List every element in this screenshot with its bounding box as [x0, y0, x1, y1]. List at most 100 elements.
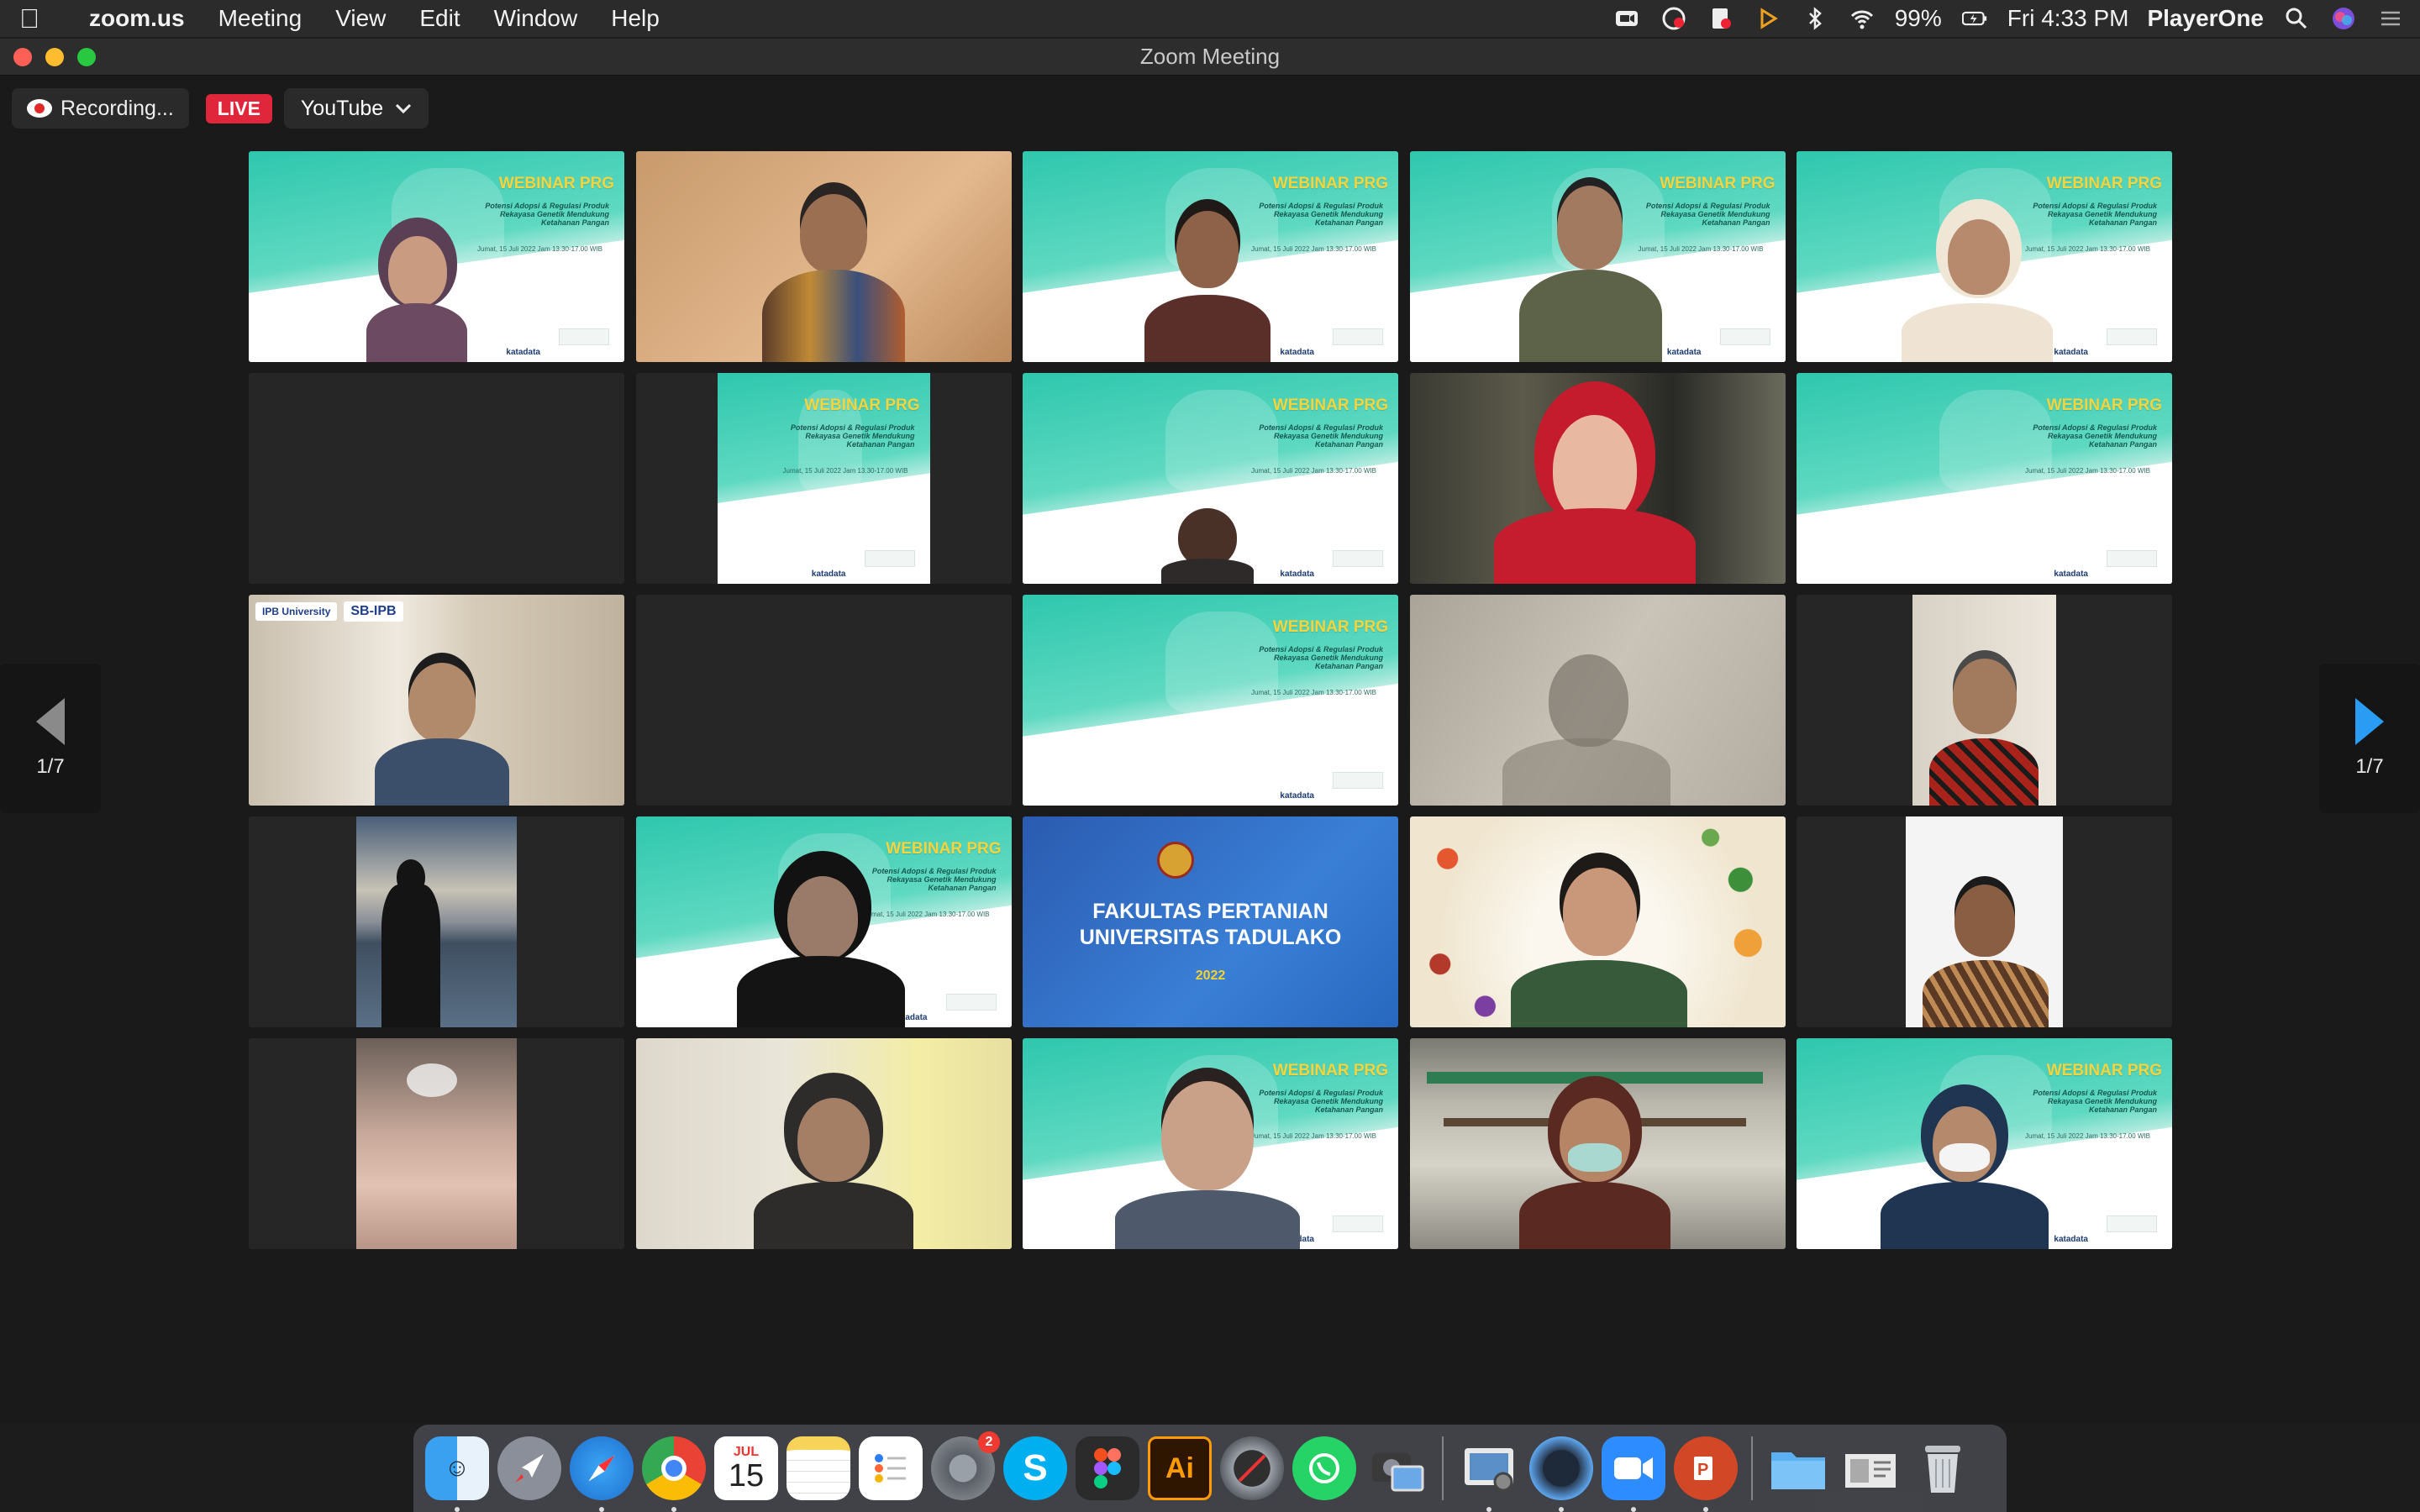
preview-icon[interactable] — [1457, 1436, 1521, 1512]
wifi-icon[interactable] — [1848, 6, 1876, 31]
zoom-status-icon[interactable] — [1612, 6, 1641, 31]
bluetooth-icon[interactable] — [1801, 6, 1829, 31]
control-center-icon[interactable] — [2376, 6, 2405, 31]
instruments-icon[interactable] — [1220, 1436, 1284, 1500]
finder-icon[interactable]: ☺ — [425, 1436, 489, 1512]
live-badge[interactable]: LIVE — [205, 93, 272, 123]
launchpad-icon[interactable] — [497, 1436, 561, 1500]
participant-silhouette — [1510, 843, 1687, 1027]
chrome-icon[interactable] — [642, 1436, 706, 1512]
video-tile[interactable] — [249, 1038, 624, 1249]
page-indicator-right: 1/7 — [2355, 755, 2384, 778]
face-mask — [1939, 1143, 1990, 1172]
screenshot-icon[interactable] — [1365, 1436, 1428, 1500]
video-tile[interactable]: FAKULTAS PERTANIAN UNIVERSITAS TADULAKO … — [1023, 816, 1398, 1027]
stream-target-label: YouTube — [300, 96, 384, 120]
video-tile[interactable] — [249, 816, 624, 1027]
safari-icon[interactable] — [570, 1436, 634, 1512]
video-tile[interactable] — [635, 151, 1012, 362]
menu-bar:  zoom.us Meeting View Edit Window Help … — [0, 0, 2420, 37]
figma-icon[interactable] — [1076, 1436, 1139, 1500]
reminders-icon[interactable] — [859, 1436, 923, 1500]
menu-meeting[interactable]: Meeting — [202, 5, 319, 32]
video-tile[interactable] — [635, 1038, 1012, 1249]
powerpoint-icon[interactable]: P — [1674, 1436, 1738, 1512]
previous-page-button[interactable]: 1/7 — [0, 664, 101, 813]
dock-separator — [1442, 1436, 1444, 1500]
video-tile[interactable]: WEBINAR PRG Potensi Adopsi & Regulasi Pr… — [1797, 1038, 2172, 1249]
documents-stack-icon[interactable] — [1839, 1436, 1902, 1500]
video-tile-active-speaker[interactable]: WEBINAR PRG Potensi Adopsi & Regulasi Pr… — [1797, 151, 2172, 362]
notes-icon[interactable] — [786, 1436, 850, 1500]
webinar-background: WEBINAR PRG Potensi Adopsi & Regulasi Pr… — [1023, 595, 1398, 806]
webinar-background: WEBINAR PRG Potensi Adopsi & Regulasi Pr… — [1797, 373, 2172, 584]
doc-alert-icon[interactable] — [1707, 6, 1735, 31]
menu-help[interactable]: Help — [594, 5, 676, 32]
video-tile[interactable] — [1409, 816, 1786, 1027]
gallery-grid: WEBINAR PRG Potensi Adopsi & Regulasi Pr… — [249, 151, 2173, 1290]
video-tile[interactable]: WEBINAR PRG Potensi Adopsi & Regulasi Pr… — [635, 816, 1012, 1027]
participant-silhouette — [1115, 1056, 1300, 1249]
illustrator-icon[interactable]: Ai — [1148, 1436, 1212, 1500]
status-area: 99% Fri 4:33 PM PlayerOne — [1612, 0, 2405, 37]
menu-edit[interactable]: Edit — [402, 5, 476, 32]
video-tile[interactable]: WEBINAR PRG Potensi Adopsi & Regulasi Pr… — [1023, 595, 1398, 806]
organizer-logo — [559, 328, 609, 345]
ipb-logo-strip: IPB University SB-IPB — [255, 601, 403, 622]
user-name[interactable]: PlayerOne — [2147, 5, 2264, 32]
next-page-button[interactable]: 1/7 — [2319, 664, 2420, 813]
ipb-logo-text: SB-IPB — [344, 601, 403, 622]
window-title: Zoom Meeting — [1139, 44, 1281, 69]
video-tile[interactable]: IPB University SB-IPB — [249, 595, 624, 806]
video-tile[interactable] — [1797, 816, 2172, 1027]
video-tile[interactable]: WEBINAR PRG Potensi Adopsi & Regulasi Pr… — [1023, 151, 1398, 362]
video-tile[interactable] — [1409, 1038, 1786, 1249]
video-tile[interactable]: WEBINAR PRG Potensi Adopsi & Regulasi Pr… — [1023, 1038, 1398, 1249]
notification-badge: 2 — [978, 1431, 1000, 1453]
recording-indicator[interactable]: Recording... — [12, 88, 189, 129]
quicktime-icon[interactable] — [1529, 1436, 1593, 1512]
fullscreen-window-button[interactable] — [77, 48, 96, 66]
folder-icon[interactable] — [1766, 1436, 1830, 1500]
minimize-window-button[interactable] — [45, 48, 64, 66]
creative-cloud-icon[interactable] — [1660, 6, 1688, 31]
siri-icon[interactable] — [2329, 6, 2358, 31]
vlc-icon[interactable] — [1754, 6, 1782, 31]
participant-silhouette — [1518, 1081, 1670, 1249]
participant-silhouette — [736, 859, 905, 1027]
cloud-record-icon — [27, 99, 52, 118]
zoom-icon[interactable] — [1602, 1436, 1665, 1512]
clock[interactable]: Fri 4:33 PM — [2007, 5, 2129, 32]
menu-app[interactable]: zoom.us — [59, 5, 202, 32]
spotlight-search-icon[interactable] — [2282, 6, 2311, 31]
system-preferences-icon[interactable]: 2 — [931, 1431, 1000, 1500]
video-tile[interactable] — [1797, 595, 2172, 806]
participant-silhouette — [1144, 194, 1270, 362]
banner-sponsor: katadata — [506, 348, 540, 357]
faculty-emblem-icon — [1157, 842, 1194, 879]
video-tile-empty[interactable] — [635, 595, 1012, 806]
menu-window[interactable]: Window — [477, 5, 595, 32]
video-tile-empty[interactable] — [249, 373, 624, 584]
trash-icon[interactable] — [1911, 1436, 1975, 1500]
battery-icon[interactable] — [1960, 6, 1989, 31]
participant-silhouette — [1161, 508, 1254, 584]
title-bar[interactable]: Zoom Meeting — [0, 39, 2420, 76]
apple-icon[interactable]:  — [0, 3, 59, 34]
battery-percent: 99% — [1894, 5, 1942, 31]
video-tile[interactable]: WEBINAR PRG Potensi Adopsi & Regulasi Pr… — [1023, 373, 1398, 584]
video-tile[interactable]: WEBINAR PRG Potensi Adopsi & Regulasi Pr… — [249, 151, 624, 362]
video-tile[interactable] — [1409, 595, 1786, 806]
whatsapp-icon[interactable] — [1292, 1436, 1356, 1500]
calendar-icon[interactable]: JUL 15 — [714, 1436, 778, 1500]
video-tile[interactable] — [1409, 373, 1786, 584]
faculty-year: 2022 — [1195, 969, 1226, 983]
close-window-button[interactable] — [13, 48, 32, 66]
skype-icon[interactable]: S — [1003, 1436, 1067, 1500]
stream-target-dropdown[interactable]: YouTube — [283, 88, 429, 129]
video-tile[interactable]: WEBINAR PRG Potensi Adopsi & Regulasi Pr… — [1797, 373, 2172, 584]
participant-silhouette — [1502, 621, 1670, 806]
menu-view[interactable]: View — [318, 5, 402, 32]
video-tile[interactable]: WEBINAR PRG Potensi Adopsi & Regulasi Pr… — [1409, 151, 1786, 362]
video-tile[interactable]: WEBINAR PRG Potensi Adopsi & Regulasi Pr… — [635, 373, 1012, 584]
